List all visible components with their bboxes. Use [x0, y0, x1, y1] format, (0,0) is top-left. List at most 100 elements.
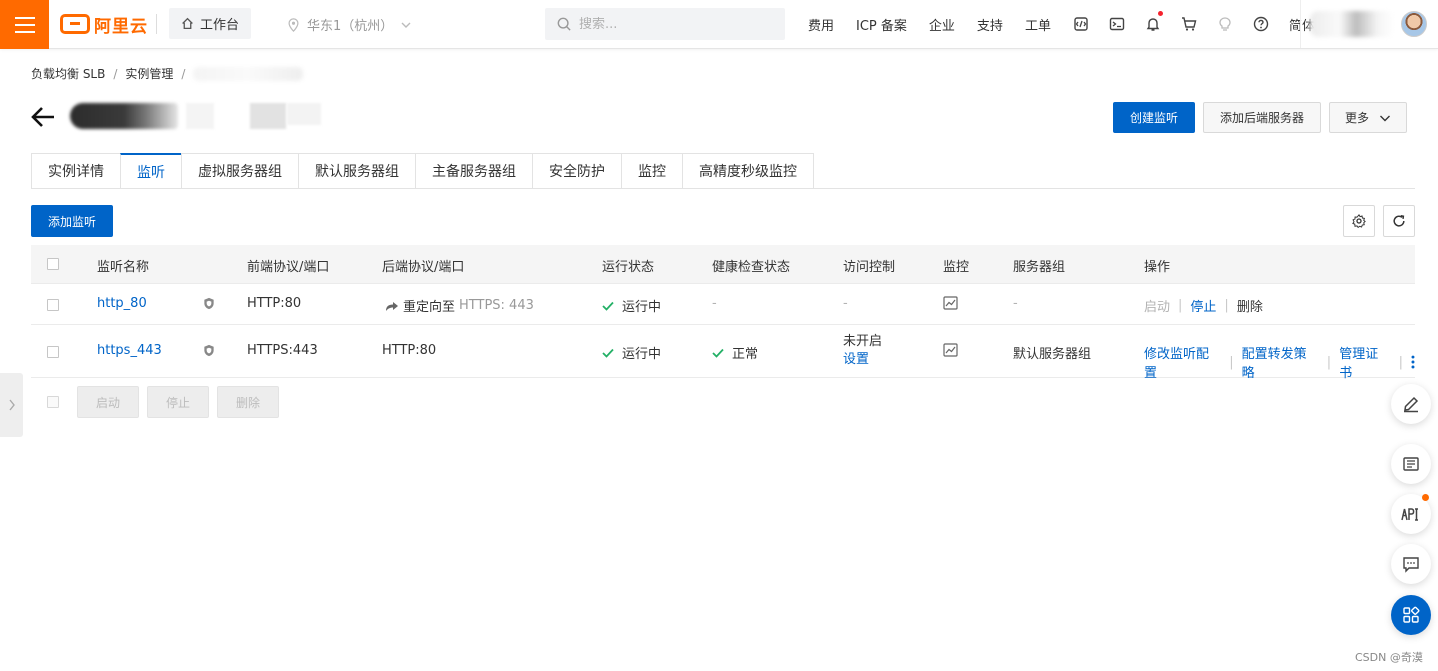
apps-button[interactable]: [1391, 595, 1431, 635]
gear-icon: [1352, 214, 1366, 228]
tab-hires-monitor[interactable]: 高精度秒级监控: [682, 153, 814, 189]
divider: |: [1398, 354, 1404, 370]
chat-button[interactable]: [1391, 544, 1431, 584]
monitor-chart-icon[interactable]: [943, 296, 958, 310]
notification-dot: [1422, 494, 1429, 501]
search-icon: [557, 17, 571, 31]
tab-listener[interactable]: 监听: [120, 153, 181, 189]
lightbulb-icon: [1219, 17, 1231, 31]
monitor-chart-icon[interactable]: [943, 343, 958, 357]
nav-icp[interactable]: ICP 备案: [856, 15, 907, 34]
region-label: 华东1（杭州）: [307, 19, 394, 34]
book-icon: [1403, 457, 1419, 471]
logo[interactable]: 阿里云: [60, 12, 148, 37]
avatar[interactable]: [1401, 11, 1427, 37]
row-checkbox[interactable]: [47, 346, 59, 358]
tab-security[interactable]: 安全防护: [532, 153, 621, 189]
col-frontend: 前端协议/端口: [247, 260, 330, 275]
refresh-icon: [1393, 215, 1405, 227]
chat-icon: [1403, 557, 1419, 573]
start-action[interactable]: 启动: [1144, 296, 1170, 315]
nav-enterprise[interactable]: 企业: [929, 15, 955, 34]
bulk-delete-button[interactable]: 删除: [217, 386, 279, 418]
docs-button[interactable]: [1391, 444, 1431, 484]
more-vertical-icon[interactable]: [1411, 355, 1415, 369]
help-icon: [1253, 16, 1269, 32]
divider: |: [1178, 298, 1183, 313]
sidebar-toggle[interactable]: [0, 373, 23, 437]
menu-icon[interactable]: [0, 0, 49, 49]
search-box[interactable]: [545, 8, 785, 40]
notification-button[interactable]: [1135, 0, 1171, 48]
feedback-button[interactable]: [1391, 384, 1431, 424]
divider: |: [1224, 298, 1229, 313]
col-listener-name: 监听名称: [97, 260, 150, 275]
divider: [1300, 0, 1301, 48]
refresh-button[interactable]: [1383, 205, 1415, 237]
tab-instance-detail[interactable]: 实例详情: [31, 153, 120, 189]
col-monitor: 监控: [943, 260, 970, 275]
location-icon: [288, 17, 299, 32]
add-backend-server-button[interactable]: 添加后端服务器: [1203, 102, 1321, 133]
status-badge: 运行中: [602, 296, 661, 315]
breadcrumb-separator: /: [181, 66, 186, 81]
nav-billing[interactable]: 费用: [808, 15, 834, 34]
row-checkbox[interactable]: [47, 299, 59, 311]
breadcrumb-item-instances[interactable]: 实例管理: [125, 65, 173, 82]
tab-monitor[interactable]: 监控: [621, 153, 682, 189]
api-icon: [1401, 508, 1418, 521]
bulk-stop-button[interactable]: 停止: [147, 386, 209, 418]
add-listener-button[interactable]: 添加监听: [31, 205, 113, 237]
stop-action[interactable]: 停止: [1190, 296, 1216, 315]
grid-icon: [1403, 606, 1420, 623]
page-title: [186, 103, 214, 129]
manage-cert-action[interactable]: 管理证书: [1339, 343, 1390, 381]
backend-port: HTTP:80: [382, 343, 437, 358]
create-listener-button[interactable]: 创建监听: [1113, 102, 1195, 133]
nav-ticket[interactable]: 工单: [1025, 15, 1051, 34]
help-button[interactable]: [1243, 0, 1279, 48]
tab-vserver-group[interactable]: 虚拟服务器组: [181, 153, 298, 189]
check-icon: [712, 348, 724, 358]
check-icon: [602, 348, 614, 358]
edit-icon: [1404, 396, 1419, 413]
workbench-button[interactable]: 工作台: [169, 8, 251, 39]
bulk-start-button[interactable]: 启动: [77, 386, 139, 418]
settings-button[interactable]: [1343, 205, 1375, 237]
breadcrumb-separator: /: [113, 66, 118, 81]
breadcrumb-item-slb[interactable]: 负载均衡 SLB: [31, 65, 105, 82]
api-button[interactable]: [1391, 494, 1431, 534]
chevron-down-icon: [1380, 115, 1390, 121]
top-bar: 阿里云 工作台 华东1（杭州） 费用 ICP 备案 企业 支持 工单: [0, 0, 1438, 49]
terminal-button[interactable]: [1099, 0, 1135, 48]
edit-listener-action[interactable]: 修改监听配置: [1144, 343, 1221, 381]
arrow-left-icon[interactable]: [30, 104, 56, 130]
cloud-shell-button[interactable]: [1063, 0, 1099, 48]
cart-button[interactable]: [1171, 0, 1207, 48]
tab-default-server-group[interactable]: 默认服务器组: [298, 153, 415, 189]
col-actions: 操作: [1144, 260, 1171, 275]
frontend-port: HTTP:80: [247, 296, 302, 311]
search-input[interactable]: [579, 16, 759, 32]
region-selector[interactable]: 华东1（杭州）: [288, 15, 411, 34]
row-actions: 修改监听配置 | 配置转发策略 | 管理证书 |: [1144, 343, 1415, 381]
status-text: 运行中: [622, 300, 662, 315]
bulk-select-checkbox[interactable]: [47, 396, 59, 408]
select-all-checkbox[interactable]: [47, 258, 59, 270]
delete-action[interactable]: 删除: [1237, 296, 1263, 315]
divider: |: [1229, 354, 1234, 370]
forwarding-rules-action[interactable]: 配置转发策略: [1242, 343, 1319, 381]
account-name[interactable]: [1310, 11, 1394, 37]
acl-status: 未开启: [843, 334, 883, 349]
idea-button[interactable]: [1207, 0, 1243, 48]
acl-settings-link[interactable]: 设置: [843, 351, 869, 369]
nav-support[interactable]: 支持: [977, 15, 1003, 34]
more-button[interactable]: 更多: [1329, 102, 1407, 133]
listener-name-link[interactable]: http_80: [97, 296, 147, 311]
page-title: [287, 103, 321, 125]
health-status: -: [712, 296, 717, 311]
tab-master-slave-group[interactable]: 主备服务器组: [415, 153, 532, 189]
divider: [156, 14, 157, 34]
page-title: [70, 103, 178, 129]
listener-name-link[interactable]: https_443: [97, 343, 162, 358]
